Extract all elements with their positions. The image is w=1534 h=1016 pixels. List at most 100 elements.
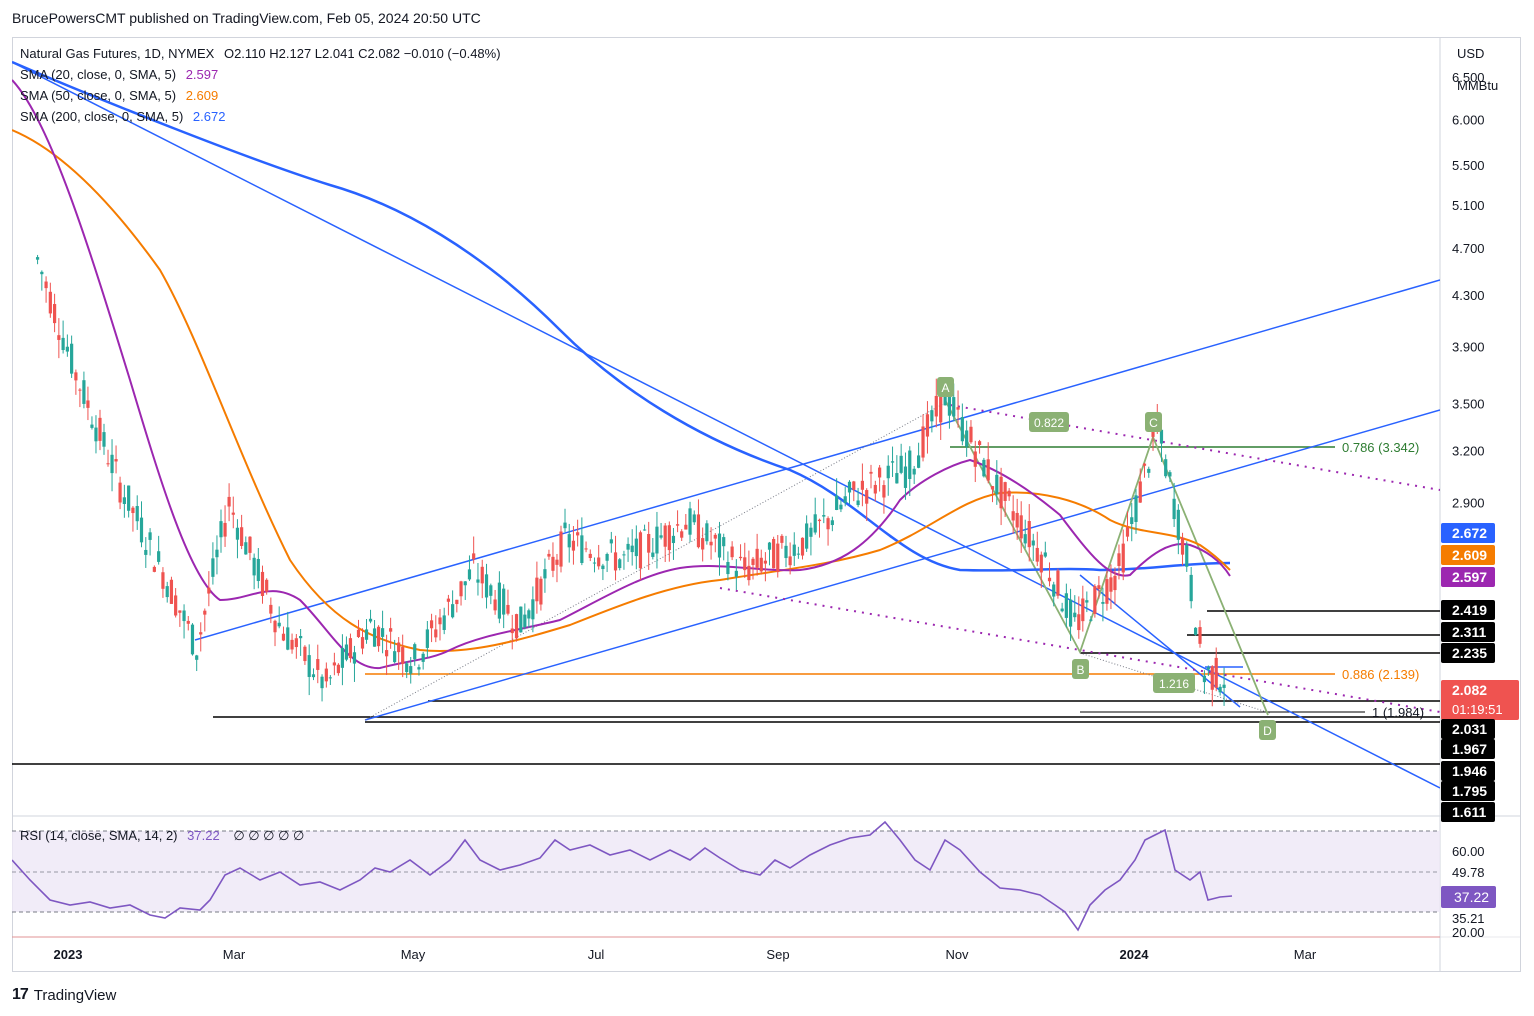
candle-body [751,558,755,565]
candle-body [78,389,82,391]
candle-body [852,481,856,490]
candle-body [800,537,805,556]
candle-body [899,455,903,473]
candle-body [178,610,182,613]
candle-body [294,638,298,648]
sma20-value: 2.597 [185,67,219,82]
candle-body [114,459,118,462]
candle-body [244,542,248,555]
candle-body [86,400,90,408]
candle-body [1218,686,1222,693]
candle-body [843,496,847,503]
candle-body [830,520,834,526]
candle-body [709,541,713,546]
candle-body [734,570,738,577]
price-badge: 2.082 [1452,682,1487,698]
candle-body [692,514,696,523]
candle-body [40,271,44,275]
candle-body [199,632,203,635]
candle-body [451,604,455,618]
candle-body [510,628,514,634]
legend-rsi[interactable]: RSI (14, close, SMA, 14, 2) 37.22 ∅ ∅ ∅ … [20,828,306,844]
candle-body [389,628,393,632]
candle-body [973,451,977,467]
candle-body [139,517,144,543]
candle-body [1019,515,1023,539]
candle-body [667,525,671,551]
price-tick: 4.700 [1452,241,1485,256]
price-tick: 3.200 [1452,444,1485,459]
candle-body [1109,577,1113,592]
candle-body [340,647,345,668]
time-tick: Sep [766,947,789,962]
candle-body [352,652,357,664]
chart-canvas[interactable]: A B C D 0.822 1.216 0.786 (3.342) 0.886 … [0,0,1534,1016]
candle-body [1130,517,1134,524]
candle-body [597,557,601,567]
legend-sma20[interactable]: SMA (20, close, 0, SMA, 5) 2.597 [20,67,220,82]
price-badge: 1.795 [1452,783,1487,799]
tradingview-logo[interactable]: 17 TradingView [12,986,116,1004]
rsi-extras: ∅ ∅ ∅ ∅ ∅ [233,828,305,843]
candle-body [328,677,332,679]
point-a-label: A [941,381,949,395]
candle-body [94,427,98,442]
price-badge: 2.609 [1452,547,1487,563]
sma50-label: SMA (50, close, 0, SMA, 5) [20,88,177,103]
candle-body [1113,575,1117,591]
candle-body [82,380,86,404]
candle-body [618,559,622,569]
candle-body [622,554,626,556]
candle-body [344,644,349,660]
point-b-label: B [1076,663,1084,677]
tv-logo-icon: 17 [12,986,29,1003]
candle-body [144,549,148,555]
price-badge: 2.031 [1452,721,1487,737]
candle-body [965,430,969,447]
candle-body [609,539,613,544]
candle-body [35,257,40,260]
candle-body [784,545,788,559]
candle-body [74,372,78,381]
candle-body [281,633,286,641]
candle-body [605,554,609,561]
legend-sma200[interactable]: SMA (200, close, 0, SMA, 5) 2.672 [20,109,227,124]
candle-body [688,508,692,535]
candle-body [372,628,377,647]
rsi-tick: 49.78 [1452,865,1485,880]
candle-body [110,454,114,474]
sma50-line [12,129,1231,652]
candle-body [1138,481,1142,503]
legend-sma50[interactable]: SMA (50, close, 0, SMA, 5) 2.609 [20,88,220,103]
candle-body [559,531,563,567]
price-badge: 1.611 [1452,804,1486,820]
unit-label[interactable]: MMBtu [1457,78,1498,93]
candle-body [397,642,401,653]
candle-body [772,539,776,569]
candle-body [675,524,680,526]
candle-body [519,606,523,633]
fib-1-label: 1 (1.984) [1372,705,1424,720]
currency-label[interactable]: USD [1457,46,1484,61]
candle-body [122,497,126,504]
candle-body [584,548,588,550]
time-tick: Nov [945,947,969,962]
candles-group [35,254,1226,707]
candle-body [203,610,207,615]
candle-body [990,486,995,490]
rsi-value: 37.22 [187,828,220,843]
candle-body [555,559,559,565]
legend-main[interactable]: Natural Gas Futures, 1D, NYMEX O2.110 H2… [20,46,503,61]
candle-body [956,407,960,410]
candle-body [847,481,852,493]
candle-body [1039,554,1043,573]
candle-body [952,397,956,417]
pattern-labels: A B C D 0.822 1.216 0.786 (3.342) 0.886 … [937,377,1424,740]
candle-body [759,557,763,572]
candle-body [908,450,912,479]
candle-body [307,655,311,677]
time-tick: 2024 [1120,947,1150,962]
rsi-tick: 20.00 [1452,925,1485,940]
candle-body [960,417,964,442]
time-tick: Mar [223,947,246,962]
